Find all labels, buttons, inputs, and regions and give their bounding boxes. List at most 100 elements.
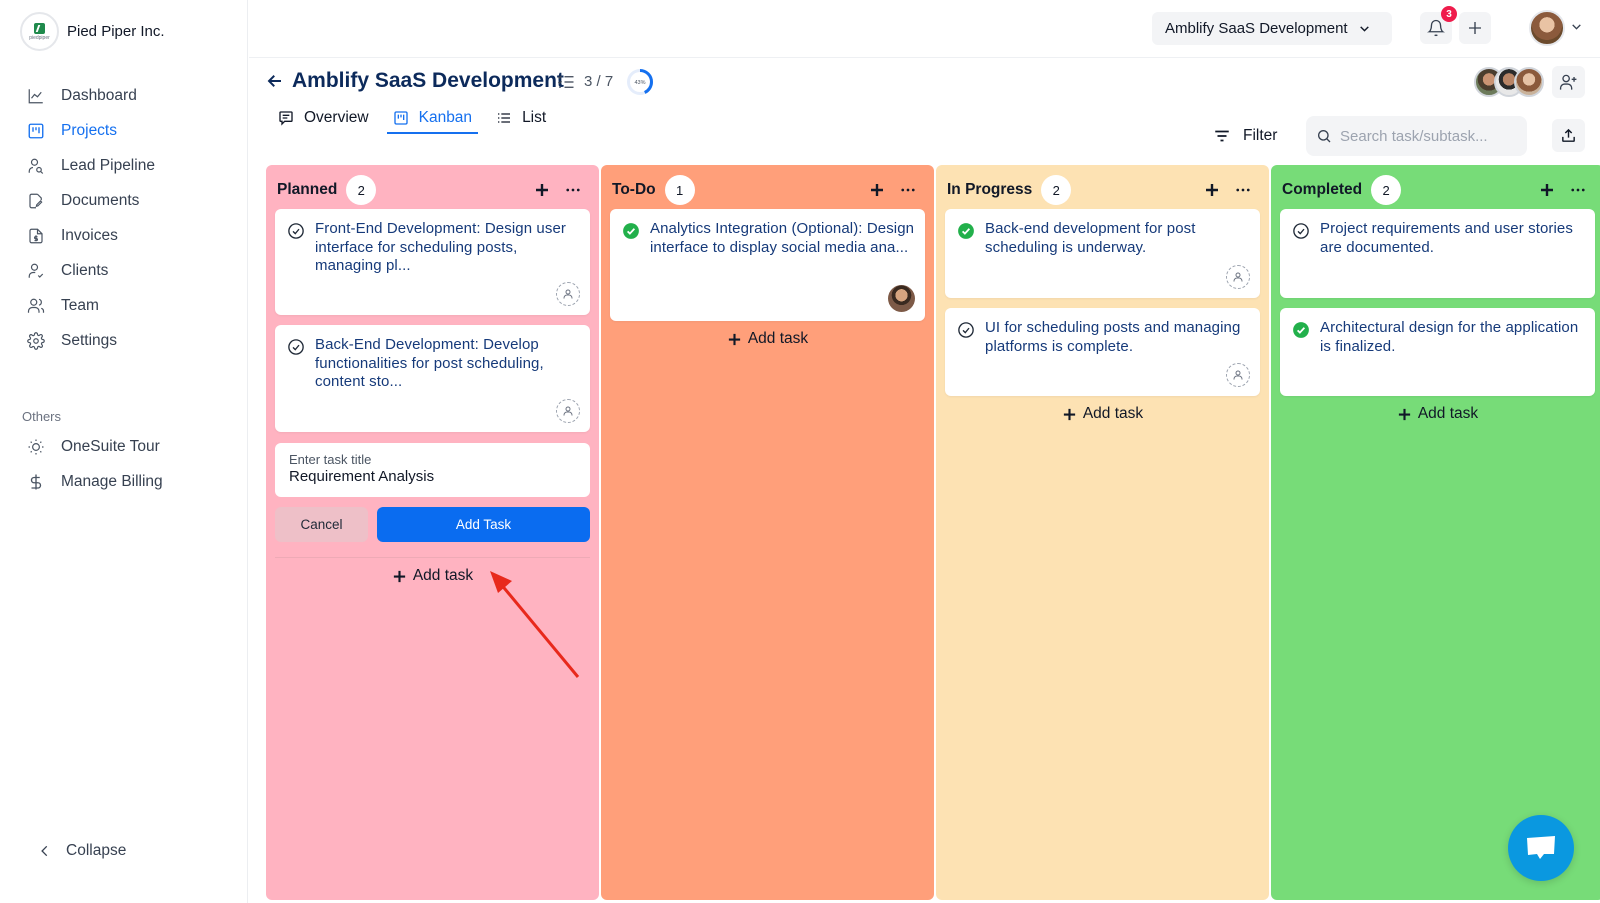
- filter-button[interactable]: Filter: [1213, 127, 1277, 145]
- sidebar-item-lead-pipeline[interactable]: Lead Pipeline: [22, 148, 232, 183]
- kanban-icon: [393, 111, 408, 125]
- task-card[interactable]: UI for scheduling posts and managing pla…: [945, 308, 1260, 396]
- add-task-button[interactable]: Add task: [266, 567, 599, 585]
- project-selector[interactable]: Amblify SaaS Development: [1152, 12, 1392, 45]
- check-circle-outline-icon[interactable]: [287, 338, 305, 356]
- task-title: Analytics Integration (Optional): Design…: [650, 220, 915, 256]
- check-circle-filled-icon[interactable]: [1292, 321, 1310, 339]
- more-options-icon[interactable]: [1569, 181, 1587, 199]
- search-input[interactable]: [1340, 127, 1525, 145]
- add-icon[interactable]: [1203, 181, 1221, 199]
- cancel-button[interactable]: Cancel: [275, 507, 368, 542]
- sidebar-item-projects[interactable]: Projects: [22, 113, 232, 148]
- notification-badge: 3: [1441, 6, 1457, 22]
- collapse-button[interactable]: Collapse: [38, 842, 126, 860]
- sidebar-nav: Dashboard Projects Lead Pipeline Documen…: [22, 78, 232, 358]
- sidebar-item-label: Lead Pipeline: [61, 156, 155, 174]
- column-count: 2: [1041, 175, 1072, 205]
- sidebar-item-documents[interactable]: Documents: [22, 183, 232, 218]
- sidebar-item-onesuite-tour[interactable]: OneSuite Tour: [22, 429, 232, 464]
- task-card[interactable]: Front-End Development: Design user inter…: [275, 209, 590, 315]
- filter-icon: [1215, 130, 1229, 142]
- task-card[interactable]: Back-End Development: Develop functional…: [275, 325, 590, 432]
- sidebar: piedpiper Pied Piper Inc. Dashboard Proj…: [0, 0, 248, 903]
- task-title: UI for scheduling posts and managing pla…: [985, 319, 1241, 355]
- back-arrow-icon[interactable]: [266, 72, 284, 90]
- plus-icon: [1469, 22, 1481, 34]
- upload-icon: [1562, 128, 1575, 142]
- sidebar-item-clients[interactable]: Clients: [22, 253, 232, 288]
- unassigned-user-icon[interactable]: [1226, 265, 1250, 289]
- add-icon[interactable]: [1538, 181, 1556, 199]
- add-task-label: Add task: [412, 567, 474, 584]
- check-circle-filled-icon[interactable]: [622, 222, 640, 240]
- kanban-board: Planned 2 Front-End Development: Design …: [266, 165, 1600, 903]
- user-avatar[interactable]: [1529, 10, 1565, 46]
- unassigned-user-icon[interactable]: [1226, 363, 1250, 387]
- column-header: In Progress 2: [947, 175, 1258, 205]
- more-options-icon[interactable]: [1234, 181, 1252, 199]
- column-count: 1: [664, 175, 695, 205]
- add-icon[interactable]: [533, 181, 551, 199]
- chat-support-button[interactable]: [1508, 815, 1574, 881]
- member-avatar[interactable]: [1514, 67, 1544, 97]
- add-icon[interactable]: [868, 181, 886, 199]
- view-tabs: Overview Kanban List: [272, 104, 552, 134]
- notifications-button[interactable]: 3: [1420, 6, 1457, 44]
- add-task-submit-button[interactable]: Add Task: [377, 507, 590, 542]
- task-title: Front-End Development: Design user inter…: [315, 220, 567, 274]
- create-button[interactable]: [1459, 12, 1491, 44]
- check-circle-outline-icon[interactable]: [287, 222, 305, 240]
- unassigned-user-icon[interactable]: [556, 399, 580, 423]
- task-card[interactable]: Project requirements and user stories ar…: [1280, 209, 1595, 298]
- sidebar-item-dashboard[interactable]: Dashboard: [22, 78, 232, 113]
- check-circle-filled-icon[interactable]: [957, 222, 975, 240]
- column-title: In Progress: [947, 181, 1033, 198]
- document-edit-icon: [29, 193, 43, 208]
- plus-icon: [393, 570, 405, 582]
- chevron-down-icon[interactable]: [1570, 20, 1583, 33]
- task-title: Architectural design for the application…: [1320, 319, 1579, 355]
- progress-ring: 43%: [627, 69, 653, 95]
- add-member-button[interactable]: [1552, 66, 1585, 98]
- add-task-button[interactable]: Add task: [1271, 405, 1600, 423]
- topbar: [249, 0, 1600, 58]
- task-card[interactable]: Architectural design for the application…: [1280, 308, 1595, 396]
- search-icon: [1318, 130, 1331, 143]
- export-button[interactable]: [1552, 119, 1585, 152]
- check-circle-outline-icon[interactable]: [1292, 222, 1310, 240]
- sidebar-item-label: Invoices: [61, 226, 118, 244]
- page-title: Amblify SaaS Development: [292, 69, 564, 92]
- column-header: Planned 2: [277, 175, 588, 205]
- sidebar-item-settings[interactable]: Settings: [22, 323, 232, 358]
- check-circle-outline-icon[interactable]: [957, 321, 975, 339]
- add-task-button[interactable]: Add task: [936, 405, 1269, 423]
- sidebar-item-label: Manage Billing: [61, 472, 163, 490]
- sidebar-item-manage-billing[interactable]: Manage Billing: [22, 464, 232, 499]
- sidebar-item-team[interactable]: Team: [22, 288, 232, 323]
- unassigned-user-icon[interactable]: [556, 282, 580, 306]
- sidebar-item-label: Documents: [61, 191, 140, 209]
- tab-overview[interactable]: Overview: [272, 104, 375, 134]
- add-task-label: Add task: [747, 330, 809, 347]
- progress-ring-label: 43%: [634, 80, 645, 86]
- add-task-button[interactable]: Add task: [601, 330, 934, 348]
- tab-list[interactable]: List: [490, 104, 552, 134]
- app: piedpiper Pied Piper Inc. Dashboard Proj…: [0, 0, 1600, 903]
- plus-icon: [1063, 408, 1075, 420]
- divider: [275, 557, 590, 558]
- gear-icon: [27, 331, 45, 350]
- list-icon: [498, 113, 511, 123]
- assignee-avatar[interactable]: [888, 285, 915, 312]
- brand[interactable]: piedpiper Pied Piper Inc.: [20, 12, 165, 51]
- more-options-icon[interactable]: [899, 181, 917, 199]
- task-card[interactable]: Back-end development for post scheduling…: [945, 209, 1260, 298]
- kanban-icon: [28, 123, 44, 138]
- column-title: To-Do: [612, 181, 656, 198]
- sidebar-item-invoices[interactable]: Invoices: [22, 218, 232, 253]
- brand-name: Pied Piper Inc.: [67, 23, 165, 40]
- tab-kanban[interactable]: Kanban: [386, 104, 479, 134]
- task-title-input[interactable]: [289, 468, 576, 485]
- more-options-icon[interactable]: [564, 181, 582, 199]
- task-card[interactable]: Analytics Integration (Optional): Design…: [610, 209, 925, 321]
